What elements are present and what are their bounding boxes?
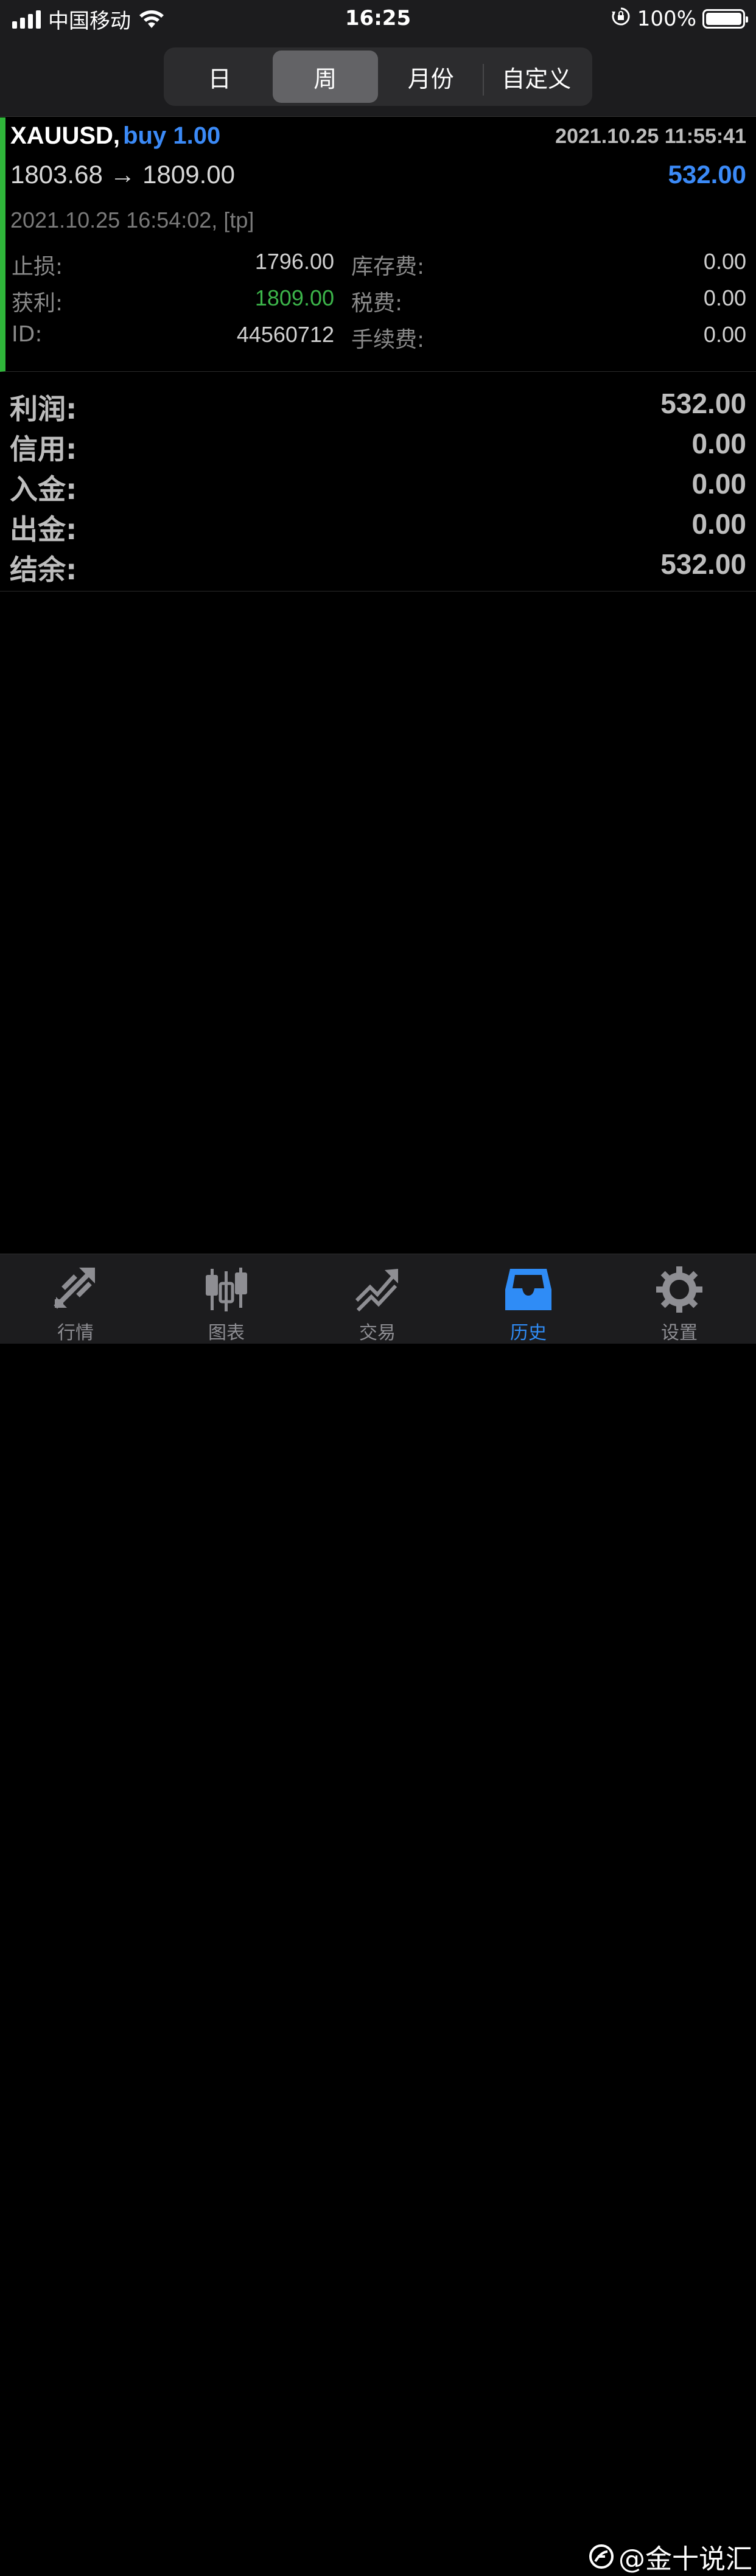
tab-settings-label: 设置 — [661, 1322, 698, 1344]
tab-charts[interactable]: 图表 — [151, 1254, 302, 1344]
summary-value: 532.00 — [660, 548, 746, 580]
swap-value: 0.00 — [703, 249, 746, 274]
summary-value: 0.00 — [691, 468, 746, 500]
stop-loss-label: 止损: — [12, 254, 63, 279]
tab-history[interactable]: 历史 — [453, 1254, 604, 1344]
trade-trend-icon — [355, 1269, 398, 1312]
tax-label: 税费: — [351, 291, 403, 316]
order-id-label: ID: — [12, 322, 43, 347]
summary-label: 出金: — [10, 513, 77, 546]
summary-row-deposit: 入金: 0.00 — [10, 467, 746, 506]
trade-prices: 1803.68 → 1809.00 — [10, 160, 235, 189]
trade-close-info: 2021.10.25 16:54:02, [tp] — [10, 208, 254, 232]
order-id-value: 44560712 — [236, 322, 334, 347]
period-segmented-control: 日 周 月份 自定义 — [164, 47, 592, 106]
period-tab-week[interactable]: 周 — [272, 51, 378, 103]
rotation-lock-icon — [611, 6, 631, 32]
period-tab-day[interactable]: 日 — [167, 51, 273, 103]
tab-trade-label: 交易 — [359, 1322, 396, 1344]
gear-icon — [656, 1266, 702, 1313]
summary-row-credit: 信用: 0.00 — [10, 427, 746, 466]
battery-icon — [702, 9, 748, 29]
watermark-logo-icon — [589, 2544, 614, 2569]
history-inbox-icon — [505, 1269, 551, 1310]
battery-percent: 100% — [637, 7, 696, 31]
watermark: @金十说汇 — [588, 2537, 752, 2576]
summary-row-withdrawal: 出金: 0.00 — [10, 508, 746, 546]
summary-label: 信用: — [10, 433, 77, 466]
trade-action: buy 1.00 — [123, 122, 221, 149]
bottom-tab-bar: 行情 图表 交易 历史 设置 @金十说汇 — [0, 1254, 756, 2575]
trade-profit: 532.00 — [668, 160, 746, 189]
tab-charts-label: 图表 — [208, 1322, 245, 1344]
trade-open-time: 2021.10.25 11:55:41 — [555, 125, 746, 148]
stop-loss-value: 1796.00 — [254, 249, 334, 274]
commission-label: 手续费: — [351, 327, 425, 352]
commission-value: 0.00 — [703, 322, 746, 347]
trade-symbol: XAUUSD, — [10, 122, 121, 149]
summary-value: 0.00 — [691, 428, 746, 459]
tax-value: 0.00 — [703, 285, 746, 310]
tab-trade[interactable]: 交易 — [302, 1254, 453, 1344]
candlestick-chart-icon — [206, 1268, 247, 1311]
period-tab-month[interactable]: 月份 — [378, 51, 484, 103]
take-profit-value: 1809.00 — [254, 285, 334, 310]
status-bar: 中国移动 16:25 100% — [0, 0, 756, 38]
summary-label: 入金: — [10, 473, 77, 506]
take-profit-label: 获利: — [12, 291, 63, 316]
quotes-arrows-icon — [54, 1268, 95, 1309]
summary-row-balance: 结余: 532.00 — [10, 548, 746, 586]
period-tab-custom[interactable]: 自定义 — [484, 51, 590, 103]
swap-label: 库存费: — [351, 254, 425, 279]
tab-settings[interactable]: 设置 — [604, 1254, 755, 1344]
account-summary: 利润: 532.00 信用: 0.00 入金: 0.00 出金: 0.00 结余… — [0, 372, 756, 592]
period-header: 日 周 月份 自定义 — [0, 38, 756, 117]
summary-label: 利润: — [10, 393, 77, 425]
trade-history-item[interactable]: XAUUSD, buy 1.00 2021.10.25 11:55:41 180… — [0, 117, 756, 372]
tab-quotes-label: 行情 — [57, 1322, 94, 1344]
tab-history-label: 历史 — [510, 1322, 547, 1344]
watermark-text: @金十说汇 — [618, 2544, 752, 2575]
tab-quotes[interactable]: 行情 — [0, 1254, 151, 1344]
summary-row-profit: 利润: 532.00 — [10, 387, 746, 425]
summary-value: 0.00 — [691, 508, 746, 540]
summary-label: 结余: — [10, 553, 77, 586]
summary-value: 532.00 — [660, 388, 746, 419]
period-tab-month-label: 月份 — [407, 65, 454, 92]
